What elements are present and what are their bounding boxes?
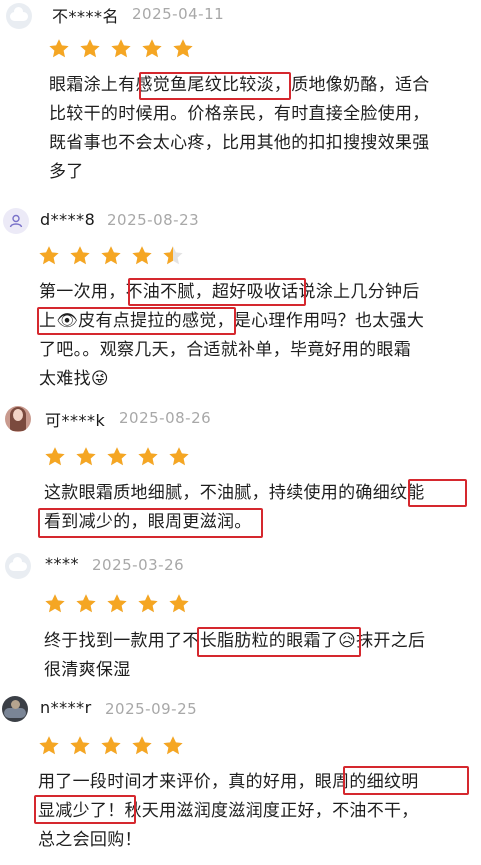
review-date: 2025-08-23 [107, 211, 200, 229]
star-icon [39, 736, 59, 755]
rating-stars [44, 593, 199, 615]
rating-stars [44, 446, 199, 468]
star-icon [70, 246, 90, 265]
star-icon [111, 39, 131, 58]
review-line: 既省事也不会太心疼，比用其他的扣扣搜搜效果强 [49, 133, 430, 153]
username: n****r [40, 698, 92, 717]
star-icon [101, 736, 121, 755]
rating-stars [38, 245, 193, 267]
star-icon [163, 736, 183, 755]
star-icon [76, 447, 96, 466]
avatar[interactable] [6, 3, 32, 29]
star-icon [169, 447, 189, 466]
rating-stars [48, 38, 203, 60]
star-icon [45, 447, 65, 466]
highlight-box [408, 479, 467, 507]
review-line: 总之会回购！ [38, 830, 142, 850]
star-icon [107, 447, 127, 466]
star-icon [138, 447, 158, 466]
highlight-box [197, 627, 361, 657]
star-rating-graphic [45, 594, 189, 613]
star-rating-graphic [39, 736, 183, 755]
highlight-box [37, 307, 236, 335]
review-line: 太难找😜 [39, 369, 109, 389]
review-line: 多了 [49, 162, 84, 182]
star-icon [138, 594, 158, 613]
rating-stars [38, 735, 193, 757]
user-icon [9, 214, 23, 228]
star-icon [80, 39, 100, 58]
star-icon [142, 39, 162, 58]
highlight-box [38, 508, 263, 538]
review-line: 了吧。。观察几天，合适就补单，毕竟好用的眼霜 [39, 340, 412, 360]
review-line: 很清爽保湿 [44, 660, 131, 680]
avatar[interactable] [2, 696, 28, 722]
star-icon [45, 594, 65, 613]
review-line: 比较干的时候用。价格亲民，有时直接全脸使用， [49, 104, 430, 124]
username: d****8 [40, 210, 96, 229]
avatar[interactable] [5, 553, 31, 579]
star-icon [76, 594, 96, 613]
star-icon [132, 246, 152, 265]
star-rating-graphic [49, 39, 193, 58]
star-icon [39, 246, 59, 265]
username: 可****k [45, 411, 106, 430]
username: 不****名 [52, 7, 120, 26]
username: **** [45, 554, 79, 573]
review-date: 2025-03-26 [92, 556, 185, 574]
star-icon [132, 736, 152, 755]
avatar[interactable] [3, 208, 29, 234]
star-icon [173, 39, 193, 58]
highlight-box [343, 766, 469, 795]
star-icon [49, 39, 69, 58]
star-icon [163, 246, 183, 265]
star-icon [101, 246, 121, 265]
highlight-box [128, 278, 306, 306]
avatar[interactable] [5, 406, 31, 432]
star-rating-graphic [45, 447, 189, 466]
star-rating-graphic [39, 246, 183, 265]
star-icon [70, 736, 90, 755]
review-date: 2025-04-11 [132, 5, 225, 23]
review-date: 2025-08-26 [119, 409, 212, 427]
highlight-box [34, 795, 136, 824]
highlight-box [139, 72, 291, 100]
review-date: 2025-09-25 [105, 700, 198, 718]
star-icon [169, 594, 189, 613]
star-icon [107, 594, 127, 613]
